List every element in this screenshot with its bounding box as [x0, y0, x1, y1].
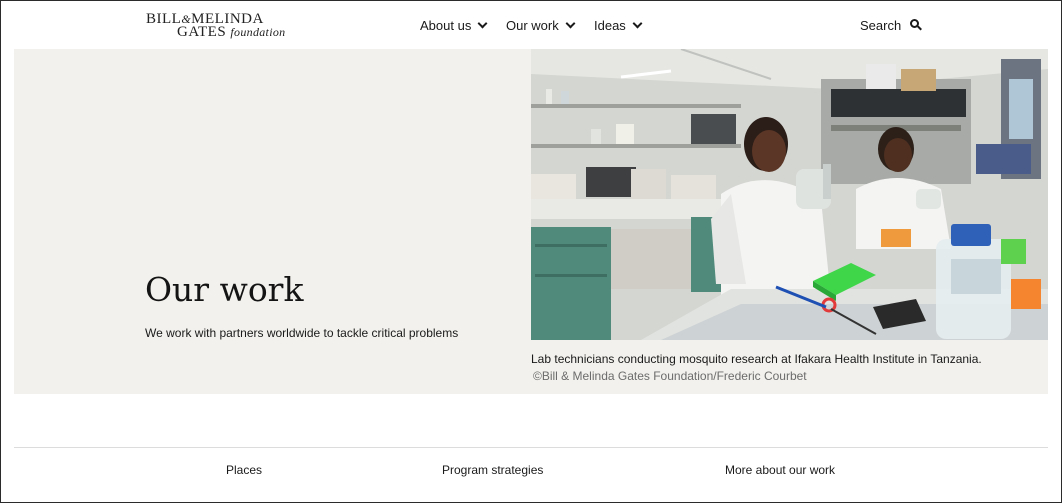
site-header: BILL&MELINDA GATES foundation About us O…	[1, 1, 1061, 49]
photo-caption: Lab technicians conducting mosquito rese…	[531, 352, 982, 366]
footer-link-places[interactable]: Places	[226, 463, 262, 477]
page-title: Our work	[145, 270, 304, 309]
footer-link-program-strategies[interactable]: Program strategies	[442, 463, 543, 477]
chevron-down-icon	[477, 18, 488, 28]
nav-ideas[interactable]: Ideas	[594, 1, 643, 49]
logo-word-foundation: foundation	[230, 25, 286, 39]
photo-credit: ©Bill & Melinda Gates Foundation/Frederi…	[533, 369, 807, 383]
nav-our-work[interactable]: Our work	[506, 1, 576, 49]
chevron-down-icon	[632, 18, 643, 28]
nav-about-us-label: About us	[420, 17, 472, 33]
search-label: Search	[860, 17, 902, 33]
section-divider	[14, 447, 1048, 448]
foundation-logo[interactable]: BILL&MELINDA GATES foundation	[146, 11, 285, 41]
page-subtitle: We work with partners worldwide to tackl…	[145, 326, 459, 340]
search-button[interactable]: Search	[860, 1, 923, 49]
nav-ideas-label: Ideas	[594, 17, 626, 33]
chevron-down-icon	[565, 18, 576, 28]
lab-photo	[531, 49, 1048, 340]
search-icon	[910, 18, 923, 30]
nav-our-work-label: Our work	[506, 17, 559, 33]
hero-section: Our work We work with partners worldwide…	[14, 49, 1048, 394]
footer-link-more-about-our-work[interactable]: More about our work	[725, 463, 835, 477]
page-frame: BILL&MELINDA GATES foundation About us O…	[0, 0, 1062, 503]
nav-about-us[interactable]: About us	[420, 1, 488, 49]
logo-word-gates: GATES	[177, 24, 227, 40]
